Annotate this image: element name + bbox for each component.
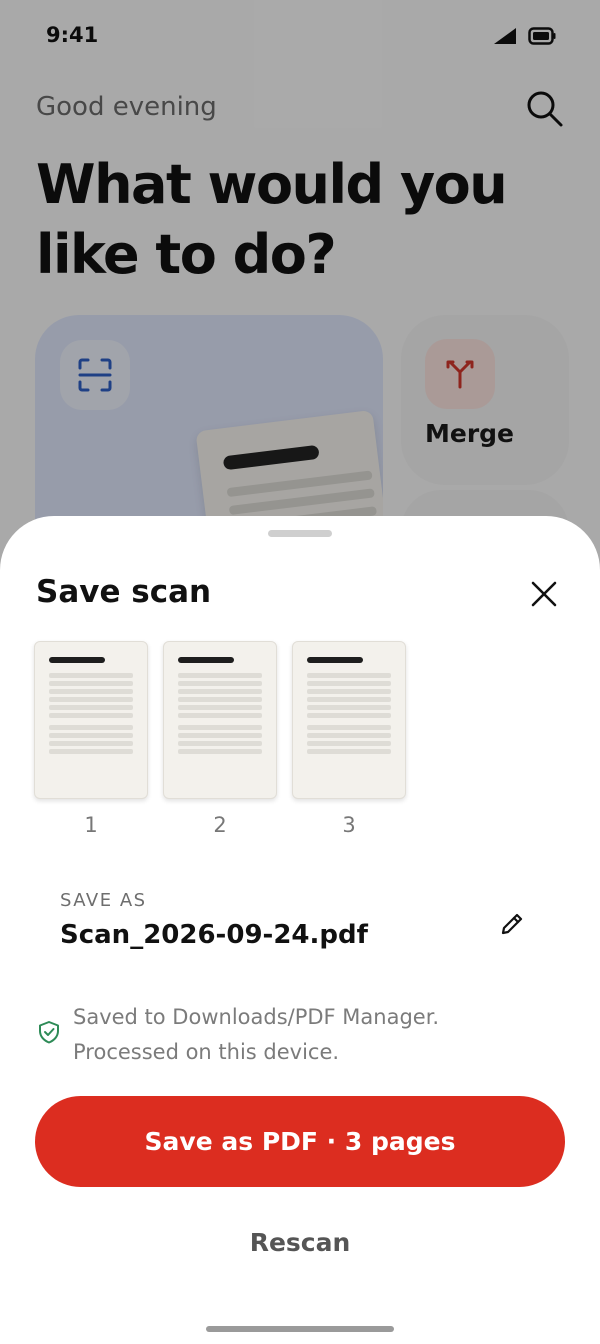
edit-filename-button[interactable]	[494, 906, 530, 942]
storage-note: Saved to Downloads/PDF Manager. Processe…	[73, 1005, 440, 1064]
page-preview	[163, 641, 277, 799]
filename-field[interactable]: Scan_2026-09-24.pdf	[60, 920, 368, 950]
close-icon	[531, 581, 557, 607]
save-scan-sheet: Save scan 1 2 3 SAVE AS Scan_2026-09-24.…	[0, 516, 600, 1344]
drag-handle[interactable]	[268, 530, 332, 537]
sheet-title: Save scan	[36, 574, 212, 610]
close-button[interactable]	[522, 572, 566, 616]
page-thumbnail[interactable]: 1	[34, 641, 148, 841]
save-as-label: SAVE AS	[60, 890, 147, 911]
shield-check-icon	[39, 1021, 59, 1044]
page-number: 1	[84, 813, 98, 837]
page-preview	[292, 641, 406, 799]
home-indicator[interactable]	[206, 1326, 394, 1332]
pencil-icon	[501, 913, 523, 935]
page-number: 3	[342, 813, 356, 837]
page-preview	[34, 641, 148, 799]
rescan-button[interactable]: Rescan	[200, 1216, 400, 1270]
page-thumbnails: 1 2 3	[34, 641, 434, 841]
save-as-pdf-button[interactable]: Save as PDF · 3 pages	[35, 1096, 565, 1187]
page-thumbnail[interactable]: 2	[163, 641, 277, 841]
page-number: 2	[213, 813, 227, 837]
page-thumbnail[interactable]: 3	[292, 641, 406, 841]
